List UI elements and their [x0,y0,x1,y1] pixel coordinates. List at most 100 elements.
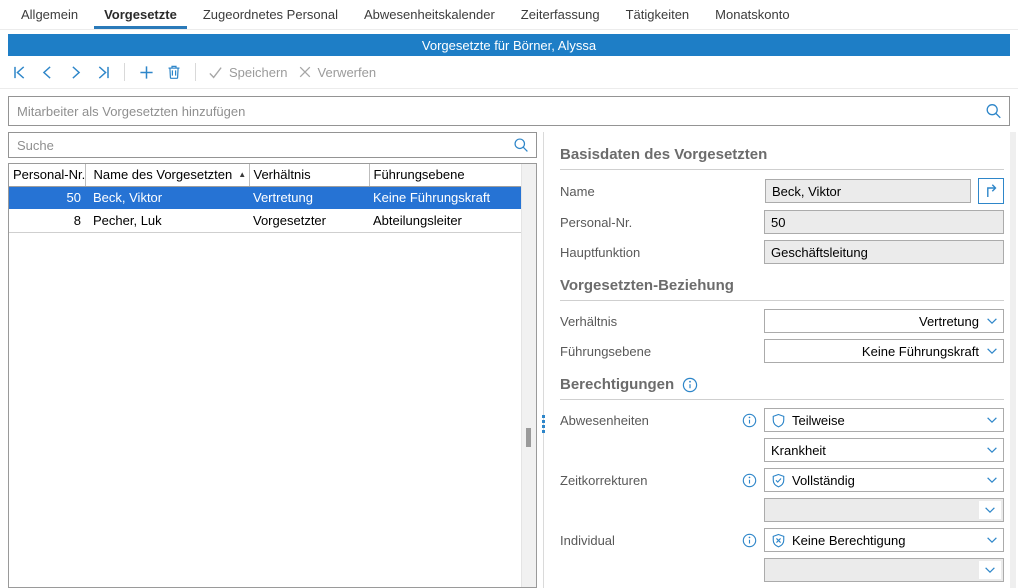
tab-abwesenheitskalender[interactable]: Abwesenheitskalender [351,0,508,29]
tab-zeiterfassung[interactable]: Zeiterfassung [508,0,613,29]
page-title-text: Vorgesetzte für Börner, Alyssa [422,38,596,53]
name-label: Name [560,184,765,199]
cell-personal-nr: 8 [9,209,85,232]
column-header-fuehrungsebene[interactable]: Führungsebene [369,164,521,186]
info-icon[interactable] [742,473,757,488]
section-heading-beziehung: Vorgesetzten-Beziehung [560,277,1004,301]
shield-check-icon [771,473,786,488]
delete-record-button[interactable] [163,61,185,83]
chevron-down-icon [979,561,1001,579]
form-row-individual-detail [560,558,1004,582]
goto-employee-button[interactable] [978,178,1004,204]
personalnr-label: Personal-Nr. [560,215,764,230]
form-row-abwesenheiten: Abwesenheiten Teilweise [560,408,1004,432]
form-row-personalnr: Personal-Nr. 50 [560,210,1004,234]
section-heading-basisdaten: Basisdaten des Vorgesetzten [560,146,1004,170]
jump-arrow-icon [983,183,999,199]
page-title: Vorgesetzte für Börner, Alyssa [8,34,1010,56]
first-record-icon [12,65,27,80]
record-toolbar: Speichern Verwerfen [8,56,1010,88]
hauptfunktion-field: Geschäftsleitung [764,240,1004,264]
verhaeltnis-label: Verhältnis [560,314,764,329]
zeitkorrekturen-level-value: Vollständig [792,473,855,488]
table-row[interactable]: 50 Beck, Viktor Vertretung Keine Führung… [9,186,521,209]
add-supervisor-search [8,96,1010,126]
first-record-button[interactable] [8,61,30,83]
column-header-verhaeltnis[interactable]: Verhältnis [249,164,369,186]
info-icon[interactable] [742,533,757,548]
abwesenheiten-level-value: Teilweise [792,413,845,428]
info-icon[interactable] [682,377,698,393]
name-value: Beck, Viktor [772,184,841,199]
column-header-name-label: Name des Vorgesetzten [94,167,233,182]
zeitkorrekturen-label: Zeitkorrekturen [560,473,742,488]
column-header-name[interactable]: Name des Vorgesetzten▲ [85,164,249,186]
info-icon[interactable] [742,413,757,428]
form-row-verhaeltnis: Verhältnis Vertretung [560,309,1004,333]
section-heading-text: Basisdaten des Vorgesetzten [560,146,767,163]
supervisor-detail-pane: Basisdaten des Vorgesetzten Name Beck, V… [557,132,1018,588]
last-record-button[interactable] [92,61,114,83]
cell-fuehrungsebene: Keine Führungskraft [369,186,521,209]
table-scrollbar-thumb[interactable] [526,428,531,447]
column-header-personal-nr[interactable]: Personal-Nr. [9,164,85,186]
fuehrungsebene-value: Keine Führungskraft [862,344,981,359]
tab-vorgesetzte[interactable]: Vorgesetzte [91,0,190,29]
individual-label: Individual [560,533,742,548]
tab-monatskonto[interactable]: Monatskonto [702,0,802,29]
individual-detail-dropdown[interactable] [764,558,1004,582]
chevron-down-icon [981,443,1003,457]
splitter-grip-icon[interactable] [542,415,545,433]
discard-button[interactable]: Verwerfen [296,65,379,80]
zeitkorrekturen-detail-dropdown[interactable] [764,498,1004,522]
form-row-name: Name Beck, Viktor [560,178,1004,204]
detail-scrollbar[interactable] [1010,132,1016,588]
fuehrungsebene-label: Führungsebene [560,344,764,359]
form-row-zeitkorrekturen: Zeitkorrekturen Vollständig [560,468,1004,492]
cell-fuehrungsebene: Abteilungsleiter [369,209,521,232]
form-row-fuehrungsebene: Führungsebene Keine Führungskraft [560,339,1004,363]
pane-splitter[interactable] [537,132,557,588]
tab-zugeordnetes-personal[interactable]: Zugeordnetes Personal [190,0,351,29]
content-area: Personal-Nr. Name des Vorgesetzten▲ Verh… [8,132,1018,588]
plus-icon [139,65,154,80]
table-row[interactable]: 8 Pecher, Luk Vorgesetzter Abteilungslei… [9,209,521,232]
cell-verhaeltnis: Vorgesetzter [249,209,369,232]
tab-allgemein[interactable]: Allgemein [8,0,91,29]
section-heading-berechtigungen: Berechtigungen [560,376,1004,400]
tab-bar: Allgemein Vorgesetzte Zugeordnetes Perso… [0,0,1018,30]
zeitkorrekturen-permission-dropdown[interactable]: Vollständig [764,468,1004,492]
discard-button-label: Verwerfen [318,65,377,80]
supervisor-table: Personal-Nr. Name des Vorgesetzten▲ Verh… [8,163,537,588]
name-field: Beck, Viktor [765,179,971,203]
list-filter-input[interactable] [9,133,536,157]
list-filter-box [8,132,537,158]
x-icon [298,65,312,79]
save-button[interactable]: Speichern [206,65,290,80]
add-supervisor-search-input[interactable] [9,97,1009,125]
search-icon[interactable] [513,137,529,153]
add-record-button[interactable] [135,61,157,83]
supervisors-window: Allgemein Vorgesetzte Zugeordnetes Perso… [0,0,1018,588]
table-scrollbar[interactable] [521,164,536,587]
cell-name: Beck, Viktor [85,186,249,209]
chevron-down-icon [981,533,1003,547]
form-row-individual: Individual Keine Berechtigung [560,528,1004,552]
personalnr-field: 50 [764,210,1004,234]
fuehrungsebene-dropdown[interactable]: Keine Führungskraft [764,339,1004,363]
verhaeltnis-dropdown[interactable]: Vertretung [764,309,1004,333]
tab-taetigkeiten[interactable]: Tätigkeiten [613,0,703,29]
section-heading-text: Berechtigungen [560,376,674,393]
individual-permission-dropdown[interactable]: Keine Berechtigung [764,528,1004,552]
splitter-line [543,132,544,588]
toolbar-separator [195,63,196,81]
previous-record-button[interactable] [36,61,58,83]
next-record-button[interactable] [64,61,86,83]
toolbar-separator [124,63,125,81]
abwesenheiten-detail-dropdown[interactable]: Krankheit [764,438,1004,462]
search-icon[interactable] [985,103,1002,120]
form-row-zeitkorrekturen-detail [560,498,1004,522]
next-record-icon [68,65,83,80]
shield-x-icon [771,533,786,548]
abwesenheiten-permission-dropdown[interactable]: Teilweise [764,408,1004,432]
